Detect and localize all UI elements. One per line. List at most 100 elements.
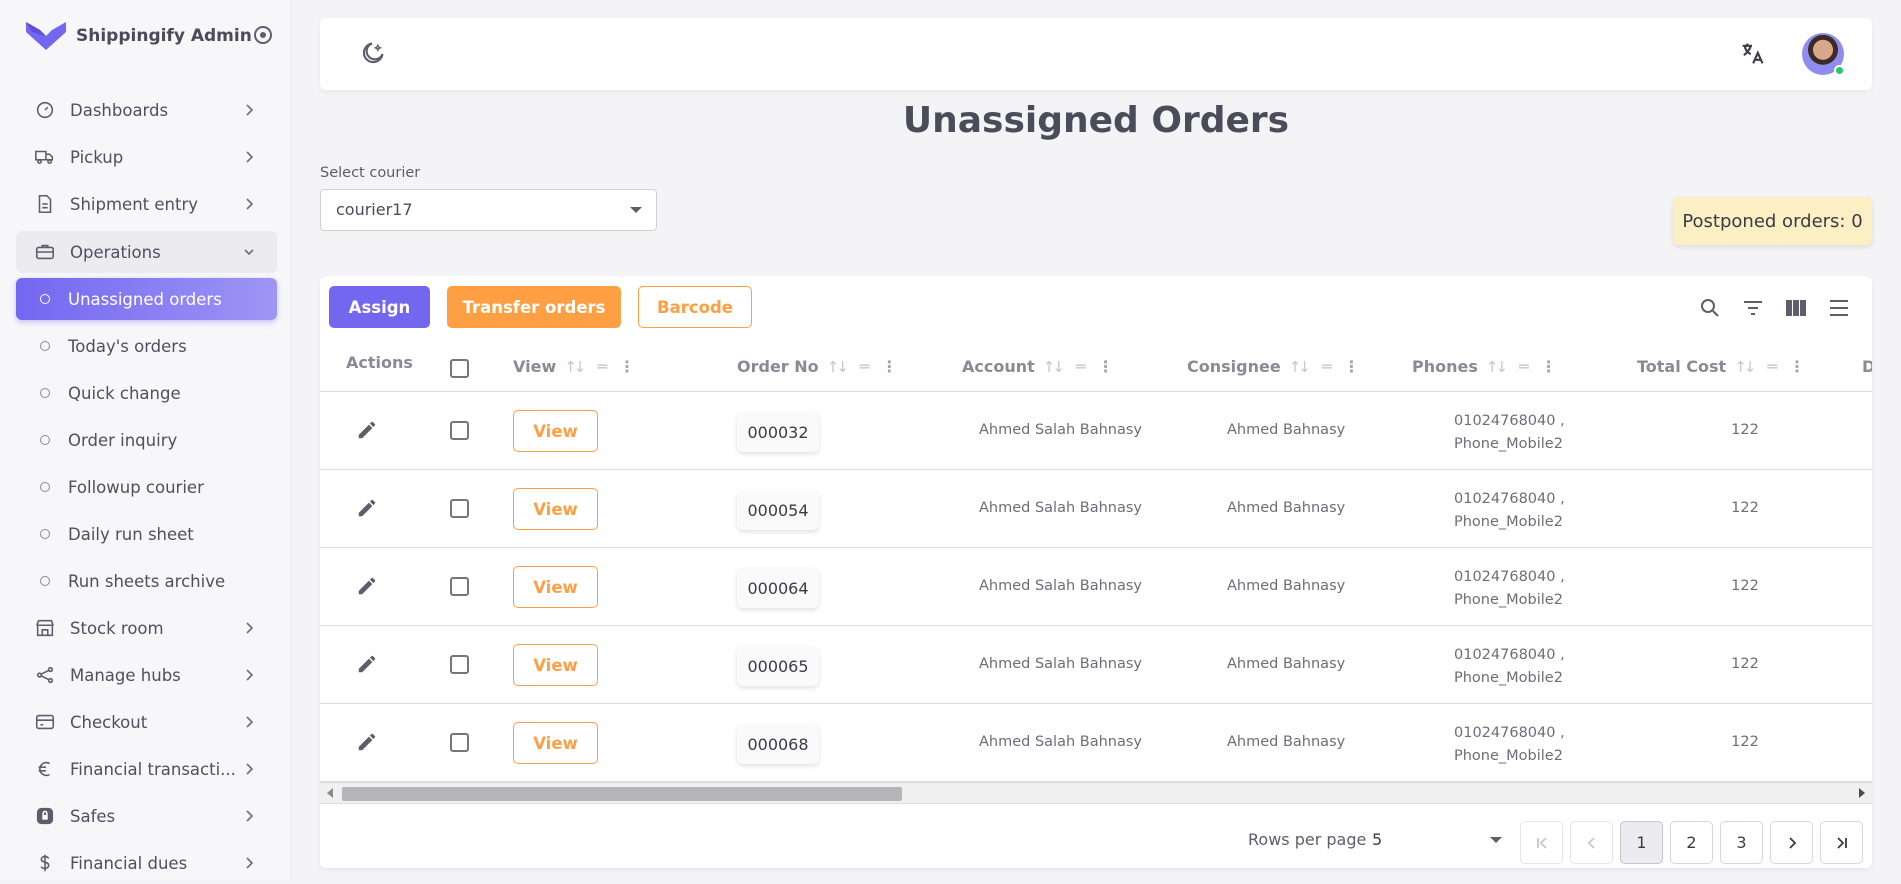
density-icon[interactable] [1827,296,1851,320]
table-row: View 000054 Ahmed Salah Bahnasy Ahmed Bahna… [320,470,1872,548]
order-number-chip[interactable]: 000068 [737,724,819,764]
col-total-cost[interactable]: Total Cost ↑↓ ═ ⋮ [1637,357,1805,376]
prev-page-button[interactable] [1570,821,1613,864]
sidebar-item-daily-run-sheet[interactable]: Daily run sheet [16,513,277,555]
assign-button[interactable]: Assign [329,286,430,328]
sidebar-item-financial-transacti[interactable]: Financial transacti... [16,748,277,790]
sidebar-item-pickup[interactable]: Pickup [16,136,277,178]
barcode-button[interactable]: Barcode [638,286,752,328]
sidebar-item-manage-hubs[interactable]: Manage hubs [16,654,277,696]
row-checkbox[interactable] [450,733,469,752]
more-vert-icon[interactable]: ⋮ [1789,357,1805,376]
drag-handle-icon[interactable]: ═ [597,357,607,376]
first-page-button[interactable] [1520,821,1563,864]
sidebar-item-followup-courier[interactable]: Followup courier [16,466,277,508]
row-checkbox[interactable] [450,577,469,596]
moon-icon[interactable] [358,40,386,68]
col-view[interactable]: View ↑↓ ═ ⋮ [513,357,635,376]
select-all-checkbox[interactable] [450,359,469,378]
drag-handle-icon[interactable]: ═ [1076,357,1086,376]
next-page-button[interactable] [1770,821,1813,864]
sidebar-item-safes[interactable]: Safes [16,795,277,837]
pencil-icon[interactable] [356,419,378,441]
sidebar-item-stock-room[interactable]: Stock room [16,607,277,649]
caret-down-icon[interactable] [1490,837,1502,843]
page-3-button[interactable]: 3 [1720,821,1763,864]
pencil-icon[interactable] [356,575,378,597]
col-phones[interactable]: Phones ↑↓ ═ ⋮ [1412,357,1557,376]
last-page-button[interactable] [1820,821,1863,864]
sidebar-item-financial-dues[interactable]: Financial dues [16,842,277,884]
dollar-icon [40,854,50,872]
sidebar-item-run-sheets-archive[interactable]: Run sheets archive [16,560,277,602]
sidebar-item-today-s-orders[interactable]: Today's orders [16,325,277,367]
sort-icon[interactable]: ↑↓ [1734,358,1756,376]
more-vert-icon[interactable]: ⋮ [1098,357,1114,376]
pencil-icon[interactable] [356,731,378,753]
sidebar-item-dashboards[interactable]: Dashboards [16,89,277,131]
sidebar-item-label: Run sheets archive [68,571,226,591]
row-checkbox[interactable] [450,421,469,440]
chevron-right-icon [246,857,254,869]
table-header: Actions View ↑↓ ═ ⋮ Order No ↑↓ ═ ⋮ Account ↑↓ ═… [320,339,1872,392]
col-order-no[interactable]: Order No ↑↓ ═ ⋮ [737,357,897,376]
order-number-chip[interactable]: 000032 [737,412,819,452]
sidebar-item-unassigned-orders[interactable]: Unassigned orders [16,278,277,320]
col-account[interactable]: Account ↑↓ ═ ⋮ [962,357,1114,376]
sidebar-item-operations[interactable]: Operations [16,231,277,273]
sidebar-item-shipment-entry[interactable]: Shipment entry [16,183,277,225]
search-icon[interactable] [1698,296,1722,320]
pencil-icon[interactable] [356,653,378,675]
filter-icon[interactable] [1741,296,1765,320]
sidebar-item-checkout[interactable]: Checkout [16,701,277,743]
page-1-button[interactable]: 1 [1620,821,1663,864]
circle-bullet-icon [40,341,50,351]
sidebar-toggle-icon[interactable] [254,26,272,44]
drag-handle-icon[interactable]: ═ [1322,357,1332,376]
view-button[interactable]: View [513,410,598,452]
drag-handle-icon[interactable]: ═ [1767,357,1777,376]
more-vert-icon[interactable]: ⋮ [1541,357,1557,376]
col-consignee[interactable]: Consignee ↑↓ ═ ⋮ [1187,357,1359,376]
scroll-right-icon[interactable] [1859,788,1865,798]
more-vert-icon[interactable]: ⋮ [619,357,635,376]
sort-icon[interactable]: ↑↓ [1289,358,1311,376]
sort-icon[interactable]: ↑↓ [827,358,849,376]
page-2-button[interactable]: 2 [1670,821,1713,864]
brand[interactable]: Shippingify Admin [26,20,252,52]
courier-select[interactable]: courier17 [320,189,657,231]
scrollbar-thumb[interactable] [342,787,902,801]
sidebar-item-order-inquiry[interactable]: Order inquiry [16,419,277,461]
transfer-orders-button[interactable]: Transfer orders [447,286,621,328]
sidebar-item-quick-change[interactable]: Quick change [16,372,277,414]
sort-icon[interactable]: ↑↓ [1486,358,1508,376]
drag-handle-icon[interactable]: ═ [860,357,870,376]
gauge-icon [36,101,54,119]
scroll-left-icon[interactable] [327,788,333,798]
sidebar-item-label: Shipment entry [70,194,199,214]
drag-handle-icon[interactable]: ═ [1519,357,1529,376]
lock-icon [36,807,54,825]
rows-per-page-select[interactable]: 5 [1372,830,1382,849]
more-vert-icon[interactable]: ⋮ [1343,357,1359,376]
translate-icon[interactable] [1738,40,1766,68]
view-button[interactable]: View [513,566,598,608]
view-button[interactable]: View [513,488,598,530]
row-checkbox[interactable] [450,499,469,518]
total-cost-cell: 122 [1731,734,1759,750]
sort-icon[interactable]: ↑↓ [1043,358,1065,376]
sort-icon[interactable]: ↑↓ [564,358,586,376]
chevron-right-icon [1788,836,1796,849]
view-button[interactable]: View [513,644,598,686]
view-button[interactable]: View [513,722,598,764]
order-number-chip[interactable]: 000065 [737,646,819,686]
horizontal-scrollbar[interactable] [320,782,1872,804]
order-number-chip[interactable]: 000064 [737,568,819,608]
col-account-label: Account [962,357,1035,376]
columns-icon[interactable] [1784,296,1808,320]
row-checkbox[interactable] [450,655,469,674]
pencil-icon[interactable] [356,497,378,519]
order-number-chip[interactable]: 000054 [737,490,819,530]
account-cell: Ahmed Salah Bahnasy [979,578,1143,594]
more-vert-icon[interactable]: ⋮ [881,357,897,376]
